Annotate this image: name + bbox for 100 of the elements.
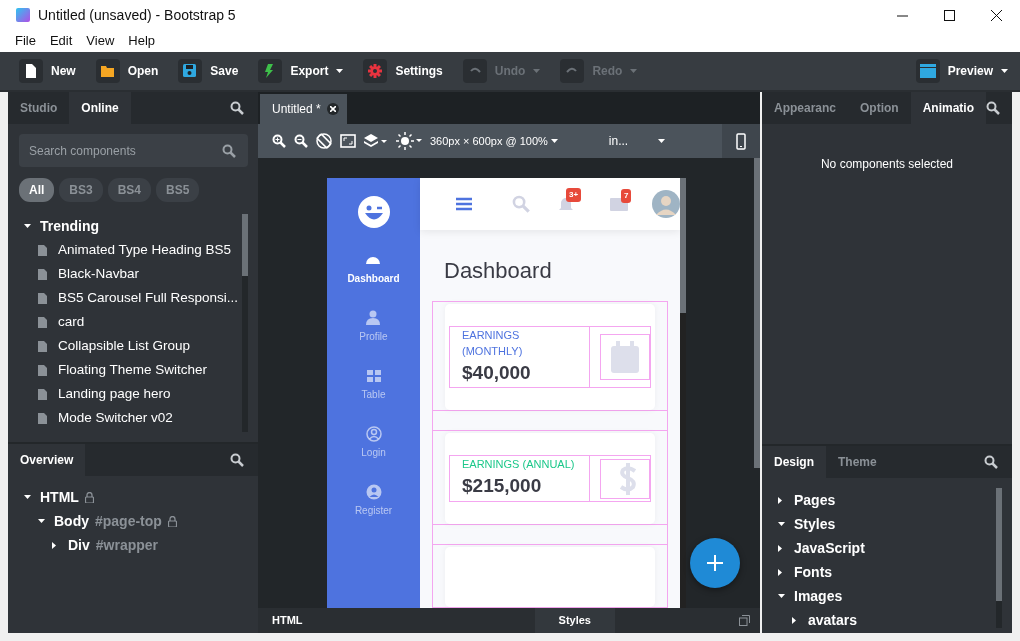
card-value: $215,000 [462,474,543,499]
phone-icon [736,132,746,150]
element-id: #page-top [95,511,162,531]
tree-item[interactable]: avatars [808,609,858,631]
notification-badge: 3+ [566,187,582,202]
search-field[interactable]: Search components [19,134,248,167]
device-dropdown[interactable]: in... [608,132,629,150]
detach-window-icon[interactable] [739,615,750,626]
menu-icon[interactable] [456,196,472,211]
app-logo [16,8,30,22]
toolbar-button[interactable]: Open [95,59,159,83]
expanded-icon[interactable] [24,495,31,501]
fit-screen-icon[interactable] [340,134,356,148]
panel-tab[interactable]: Animatio [910,92,987,124]
empty-message: No components selected [819,156,955,173]
panel-tab[interactable]: Design [762,446,826,478]
menu-item[interactable]: Edit [42,31,80,51]
component-item[interactable]: Floating Theme Switcher [58,359,208,381]
expanded-icon[interactable] [38,519,45,525]
caret-icon [550,139,558,145]
collapsed-icon[interactable] [792,617,797,625]
component-item[interactable]: Landing page hero [58,383,171,405]
component-item[interactable]: card [58,311,85,333]
rotate-icon[interactable] [316,133,332,149]
component-item[interactable]: Mode Switcher v02 [58,407,173,429]
file-icon [38,292,47,304]
panel-tab[interactable]: Overview [8,444,86,476]
gear-icon [368,64,383,78]
file-icon [24,64,38,78]
panel-tab[interactable]: Online [69,92,131,124]
file-icon [38,340,47,352]
filter-chip[interactable]: All [19,178,55,202]
clapperboard-icon [919,64,936,78]
zoom-out-icon[interactable] [294,134,308,148]
search-icon [222,144,236,158]
nav-item[interactable]: Dashboard [347,252,400,310]
card-value: $40,000 [462,360,532,385]
tree-item[interactable]: Trending [40,215,100,237]
viewport-size-dropdown[interactable]: 360px × 600px @ 100% [430,132,558,150]
search-icon[interactable] [984,455,998,469]
person-icon [365,310,382,326]
toolbar-button[interactable]: Settings [363,59,443,83]
component-item[interactable]: BS5 Carousel Full Responsi... [58,287,239,309]
maximize-icon[interactable] [944,9,955,21]
file-icon [38,316,47,328]
page-heading: Dashboard [444,256,553,285]
folder-icon [100,64,115,78]
bottom-tab[interactable]: Styles [534,608,615,633]
tree-item[interactable]: HTML [40,486,79,508]
menu-item[interactable]: View [79,31,122,51]
zoom-in-icon[interactable] [272,134,286,148]
caret-icon [658,139,666,145]
tree-item[interactable]: Body [54,510,89,532]
tree-item[interactable]: Div [68,534,90,556]
caret-icon [630,68,638,74]
card-label: EARNINGS (ANNUAL) [462,457,576,473]
close-icon[interactable] [991,9,1002,21]
preview-button[interactable]: Preview [915,59,1008,83]
collapsed-icon[interactable] [778,569,783,577]
sun-icon[interactable] [396,132,422,150]
notification-badge: 7 [621,188,632,203]
file-icon [38,364,47,376]
toolbar-button[interactable]: Export [258,59,344,83]
search-icon[interactable] [230,453,244,467]
component-item[interactable]: Animated Type Heading BS5 [58,239,232,261]
component-item[interactable]: Black-Navbar [58,263,140,285]
tree-item[interactable]: JavaScript [794,537,865,559]
collapsed-icon[interactable] [778,545,783,553]
tree-item[interactable]: Images [794,585,843,607]
expanded-icon[interactable] [778,522,785,528]
search-icon[interactable] [230,101,244,115]
window-title: Untitled (unsaved) - Bootstrap 5 [38,5,236,25]
bottom-tab[interactable]: HTML [258,608,317,633]
component-item[interactable]: Collapsible List Group [58,335,191,357]
panel-tab[interactable]: Studio [8,92,70,124]
tree-item[interactable]: Styles [794,513,836,535]
menu-item[interactable]: Help [121,31,163,51]
tree-item[interactable]: Fonts [794,561,833,583]
layers-icon[interactable] [364,134,388,148]
menu-item[interactable]: File [8,31,43,51]
add-button[interactable] [690,538,740,588]
user-circle-icon [365,426,382,442]
tree-item[interactable]: Pages [794,489,836,511]
file-icon [38,412,47,424]
element-id: #wrapper [95,535,159,555]
expanded-icon[interactable] [24,224,31,230]
search-icon[interactable] [986,101,1001,115]
collapsed-icon[interactable] [52,542,57,550]
toolbar-button[interactable]: Save [178,59,239,83]
toolbar-button[interactable]: New [19,59,76,83]
expanded-icon[interactable] [778,594,785,600]
phone-button[interactable] [722,124,760,158]
panel-tab[interactable]: Appearanc [762,92,849,124]
collapsed-icon[interactable] [778,497,783,505]
close-icon[interactable] [326,103,339,115]
panel-tab[interactable]: Theme [826,446,889,478]
caret-icon [336,68,344,74]
panel-tab[interactable]: Option [848,92,911,124]
user-circle-icon [365,484,382,500]
document-tab[interactable]: Untitled * [260,94,347,124]
